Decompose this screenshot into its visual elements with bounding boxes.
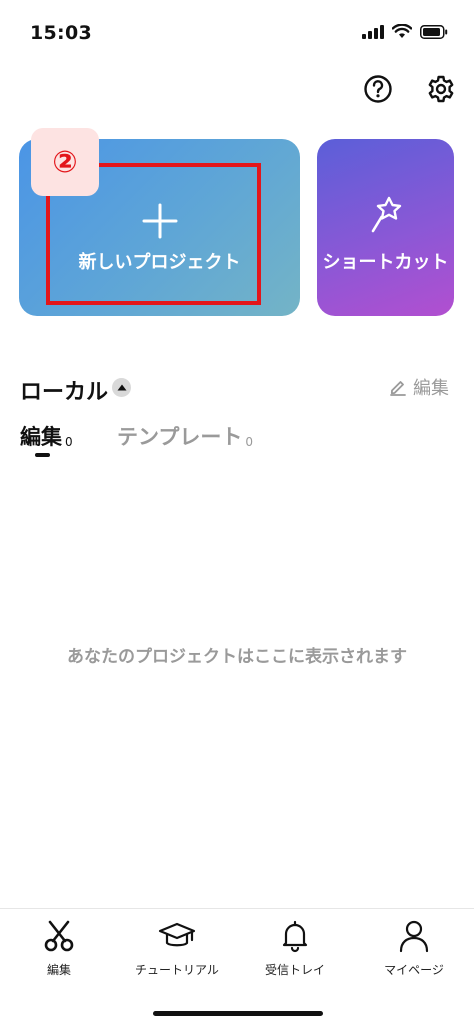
status-icons [362, 24, 448, 39]
nav-label-mypage: マイページ [384, 963, 444, 977]
bottom-nav: 編集 チュートリアル 受信トレイ マイページ [0, 908, 474, 1028]
edit-button-label: 編集 [413, 378, 449, 399]
bell-icon [282, 920, 308, 953]
tab-edit-label: 編集 [20, 425, 62, 449]
wifi-icon [392, 24, 412, 38]
tab-edit[interactable]: 編集 0 [20, 421, 73, 451]
tab-edit-count: 0 [65, 435, 73, 449]
nav-item-mypage[interactable]: マイページ [359, 919, 469, 978]
nav-item-edit[interactable]: 編集 [4, 919, 114, 978]
graduation-cap-icon [158, 922, 196, 947]
home-indicator [153, 1011, 323, 1016]
help-button[interactable] [361, 72, 395, 106]
pencil-icon [390, 381, 406, 396]
signal-icon [362, 24, 384, 39]
tab-template[interactable]: テンプレート 0 [117, 421, 253, 451]
tab-template-count: 0 [245, 435, 254, 449]
status-time: 15:03 [30, 22, 92, 44]
shortcut-card[interactable]: ショートカット [317, 139, 454, 316]
nav-item-tutorial[interactable]: チュートリアル [122, 919, 232, 978]
section-title: ローカル [20, 380, 109, 405]
battery-icon [420, 24, 448, 39]
step-badge: ② [31, 128, 99, 196]
edit-button[interactable]: 編集 [389, 374, 449, 400]
scissors-icon [44, 920, 74, 952]
empty-state-message: あなたのプロジェクトはここに表示されます [67, 647, 407, 667]
caret-up-icon [117, 384, 126, 391]
gear-icon [428, 75, 454, 103]
tab-template-label: テンプレート [117, 425, 243, 449]
tab-indicator [35, 453, 50, 457]
nav-item-inbox[interactable]: 受信トレイ [240, 919, 350, 978]
nav-label-inbox: 受信トレイ [264, 963, 325, 977]
settings-button[interactable] [424, 72, 458, 106]
collapse-button[interactable] [112, 378, 131, 397]
shortcut-label: ショートカット [322, 252, 449, 273]
magic-wand-icon [371, 196, 402, 233]
nav-label-edit: 編集 [46, 963, 71, 977]
help-icon [364, 75, 392, 103]
person-icon [399, 920, 429, 953]
nav-label-tutorial: チュートリアル [135, 963, 219, 977]
